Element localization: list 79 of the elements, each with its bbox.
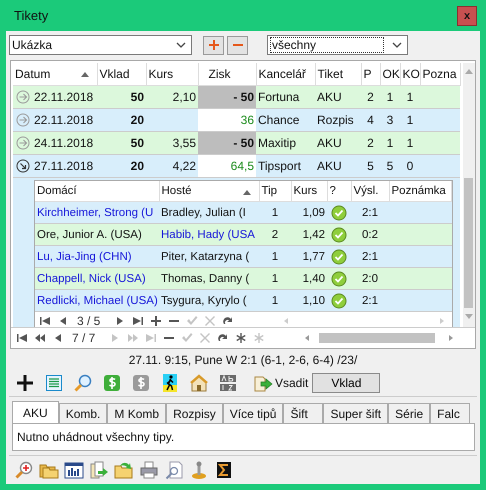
tab[interactable]: Super šift xyxy=(323,403,388,423)
plus-icon xyxy=(208,39,220,51)
circle-arrow-down-icon[interactable] xyxy=(16,158,30,173)
first-icon[interactable] xyxy=(39,315,51,327)
last-icon[interactable] xyxy=(132,315,144,327)
column-header[interactable]: Kurs xyxy=(146,63,198,86)
tab[interactable]: Komb. xyxy=(58,403,108,423)
sort-ascending-icon xyxy=(242,190,250,195)
tab[interactable]: Rozpisy xyxy=(166,403,223,423)
first-icon[interactable] xyxy=(16,332,28,344)
joystick-icon[interactable] xyxy=(189,460,209,480)
zoom-in-icon[interactable] xyxy=(14,460,34,480)
tab[interactable]: AKU xyxy=(12,401,59,423)
circle-arrow-right-icon[interactable] xyxy=(16,112,30,127)
column-header[interactable]: Kancelář xyxy=(256,63,315,86)
table-cell: 36 xyxy=(198,108,256,132)
remove-button[interactable] xyxy=(227,36,248,54)
window-title: Tikety xyxy=(13,8,48,23)
stake-button[interactable]: Vklad xyxy=(312,373,380,393)
circle-arrow-right-icon[interactable] xyxy=(16,90,30,104)
document-search-icon[interactable] xyxy=(164,460,184,480)
search-icon[interactable] xyxy=(73,373,93,393)
prev-page-icon[interactable] xyxy=(34,332,46,344)
vertical-scrollbar[interactable] xyxy=(462,63,475,327)
tab[interactable]: Série xyxy=(388,403,430,423)
column-header[interactable]: Zisk xyxy=(198,63,256,86)
asterisk-icon[interactable] xyxy=(235,332,248,344)
column-header[interactable]: Vklad xyxy=(97,63,146,86)
tab[interactable]: Šift xyxy=(283,403,324,423)
column-header[interactable]: ? xyxy=(327,181,351,202)
scroll-left-icon[interactable] xyxy=(305,335,309,341)
documents-arrow-icon[interactable] xyxy=(89,460,109,480)
scroll-right-icon[interactable] xyxy=(449,335,453,341)
sort-ascending-icon xyxy=(80,72,88,77)
printer-icon[interactable] xyxy=(139,460,159,480)
place-bet-button[interactable]: Vsadit xyxy=(253,373,308,393)
scroll-up-icon[interactable] xyxy=(464,69,473,74)
sigma-icon[interactable] xyxy=(214,460,234,480)
column-header[interactable]: P xyxy=(361,63,380,86)
plus-icon[interactable] xyxy=(15,373,35,393)
tab-description: Nutno uhádnout všechny tipy. xyxy=(17,430,174,444)
table-cell: 64,5 xyxy=(198,154,256,178)
close-button[interactable]: x xyxy=(457,6,477,26)
column-header[interactable]: Poznámka xyxy=(389,181,452,202)
refresh-icon[interactable] xyxy=(222,315,234,327)
refresh-icon[interactable] xyxy=(217,332,230,344)
column-header[interactable]: Domácí xyxy=(35,181,159,202)
character-grid-icon[interactable] xyxy=(218,373,238,393)
tab[interactable]: Více tipů xyxy=(222,403,284,423)
column-header[interactable]: Datum xyxy=(13,63,97,86)
circle-arrow-right-icon[interactable] xyxy=(16,136,30,150)
dollar-icon[interactable] xyxy=(102,373,122,393)
add-button[interactable] xyxy=(203,36,224,54)
column-header[interactable]: KO xyxy=(400,63,420,86)
record-counter: 7 / 7 xyxy=(71,331,96,345)
tab[interactable]: Falc xyxy=(430,403,470,423)
column-header[interactable]: Kurs xyxy=(291,181,327,202)
column-header[interactable]: Tip xyxy=(259,181,291,202)
record-counter: 3 / 5 xyxy=(76,314,102,327)
list-icon[interactable] xyxy=(44,373,64,393)
match-info-text: 27.11. 9:15, Pune W 2:1 (6-1, 2-6, 6-4) /23/ xyxy=(128,352,358,369)
ticket-set-dropdown[interactable]: Ukázka xyxy=(9,35,192,55)
add-icon[interactable] xyxy=(150,315,162,327)
folder-arrow-icon[interactable] xyxy=(114,460,134,480)
column-header[interactable]: Hosté xyxy=(159,181,259,202)
bar-chart-window-icon[interactable] xyxy=(64,460,84,480)
column-header[interactable]: Tiket xyxy=(315,63,361,86)
column-header[interactable]: Pozna xyxy=(420,63,460,86)
house-icon[interactable] xyxy=(189,373,209,393)
column-header[interactable]: Výsl. xyxy=(351,181,389,202)
chevron-down-icon[interactable] xyxy=(392,42,402,48)
filter-dropdown[interactable]: všechny xyxy=(267,35,408,55)
table-cell: - 50 xyxy=(198,132,256,154)
scroll-down-icon[interactable] xyxy=(464,314,473,319)
tab[interactable]: M Komb xyxy=(107,403,166,423)
walking-person-icon[interactable] xyxy=(160,373,180,393)
chevron-down-icon[interactable] xyxy=(176,42,186,48)
table-cell: - 50 xyxy=(198,86,256,108)
dollar-icon[interactable] xyxy=(131,373,151,393)
